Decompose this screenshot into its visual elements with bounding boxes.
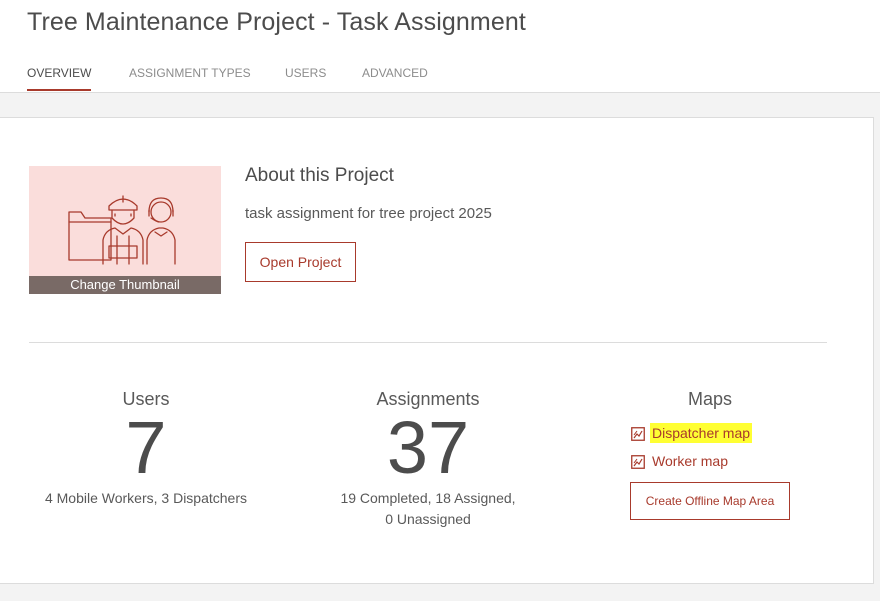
tab-overview[interactable]: OVERVIEW (27, 66, 92, 91)
page-title: Tree Maintenance Project - Task Assignme… (27, 8, 526, 36)
section-divider (29, 342, 827, 343)
workers-illustration-icon (68, 195, 176, 265)
about-title: About this Project (245, 165, 394, 186)
maps-title: Maps (687, 389, 732, 409)
tab-assignment-types[interactable]: ASSIGNMENT TYPES (129, 66, 251, 91)
tab-users[interactable]: USERS (285, 66, 326, 91)
assignments-detail-line1: 19 Completed, 18 Assigned, (340, 490, 516, 506)
project-description: task assignment for tree project 2025 (245, 205, 492, 222)
overview-card: Change Thumbnail About this Project task… (0, 117, 874, 584)
users-stat: Users 7 4 Mobile Workers, 3 Dispatchers (37, 389, 255, 509)
assignments-detail-line2: 0 Unassigned (385, 511, 471, 527)
page-header: Tree Maintenance Project - Task Assignme… (0, 0, 880, 93)
dispatcher-map-label[interactable]: Dispatcher map (650, 423, 753, 443)
open-project-button[interactable]: Open Project (245, 242, 356, 282)
map-link-icon (631, 427, 645, 441)
change-thumbnail-label[interactable]: Change Thumbnail (29, 276, 221, 294)
create-offline-map-area-button[interactable]: Create Offline Map Area (630, 482, 790, 520)
users-count: 7 (125, 406, 167, 489)
tab-advanced[interactable]: ADVANCED (362, 66, 428, 91)
users-detail: 4 Mobile Workers, 3 Dispatchers (44, 490, 248, 506)
assignments-count: 37 (386, 406, 470, 489)
project-thumbnail[interactable]: Change Thumbnail (29, 166, 221, 294)
map-link-icon (631, 455, 645, 469)
assignments-stat: Assignments 37 19 Completed, 18 Assigned… (317, 389, 539, 530)
worker-map-label[interactable]: Worker map (650, 451, 730, 471)
